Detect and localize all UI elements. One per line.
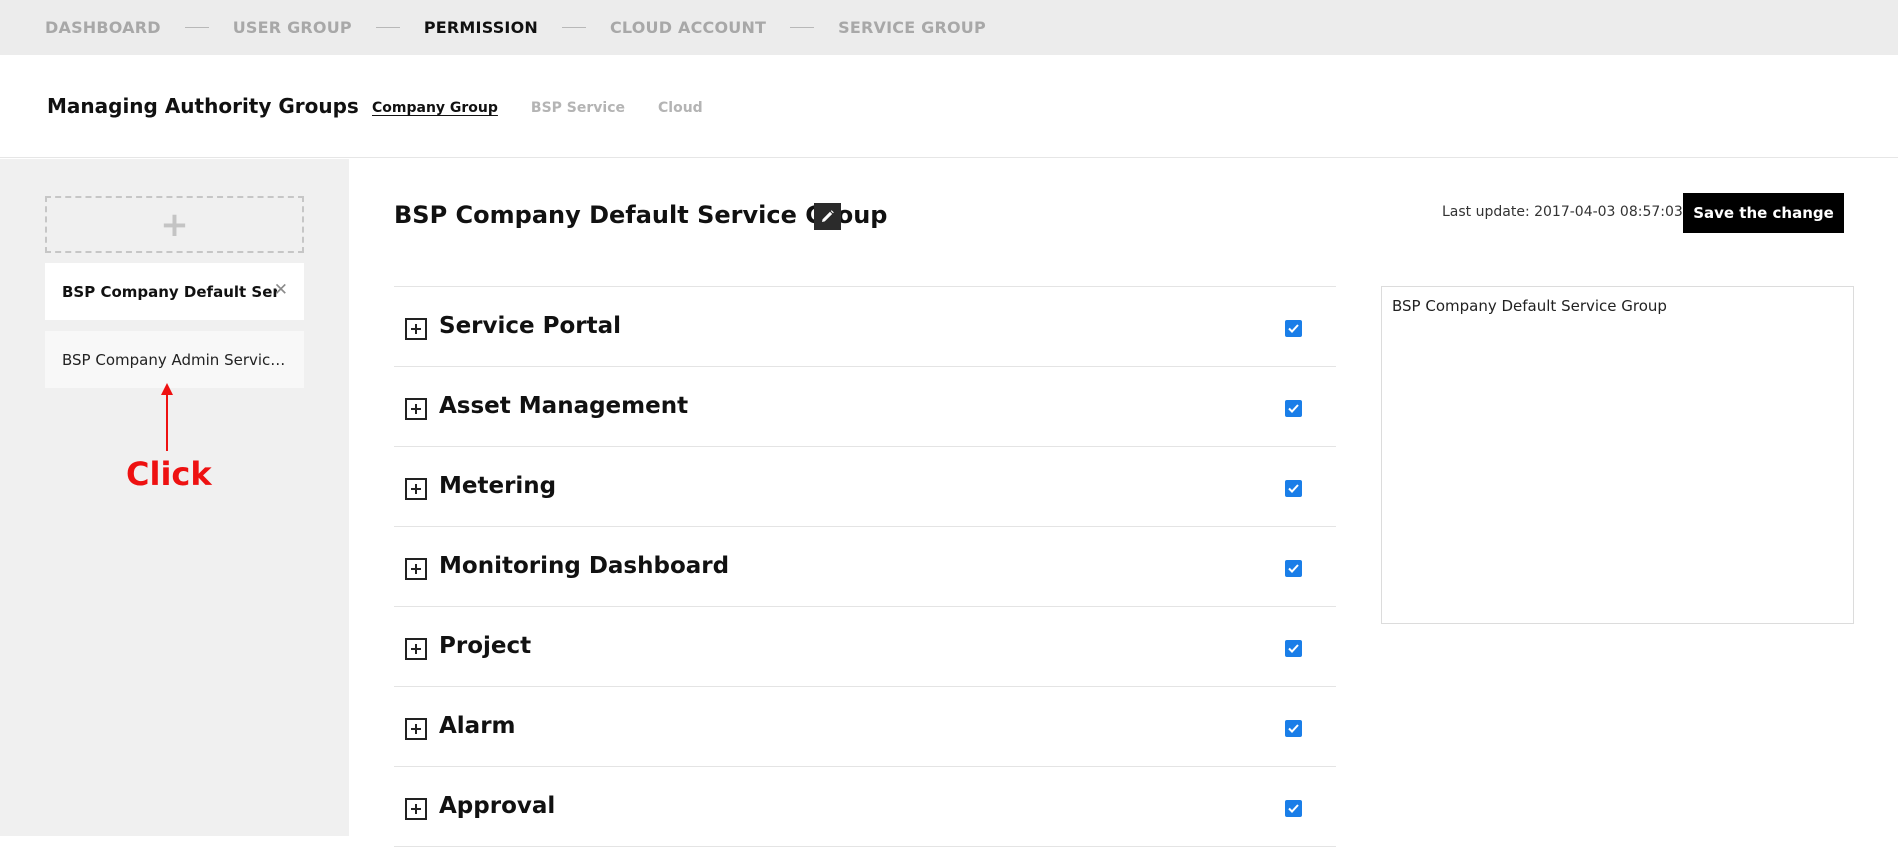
edit-title-button[interactable]	[814, 203, 841, 230]
tab-cloud[interactable]: Cloud	[658, 100, 703, 116]
expand-plus-icon[interactable]	[405, 398, 427, 420]
tab-company-group[interactable]: Company Group	[372, 100, 498, 116]
checkmark-icon	[1288, 324, 1299, 333]
permission-row: Approval	[394, 767, 1336, 847]
annotation-arrow-icon	[161, 383, 173, 451]
permission-list: Service Portal Asset Management Metering…	[394, 286, 1336, 847]
permission-label: Project	[439, 633, 532, 659]
permission-label: Asset Management	[439, 393, 689, 419]
permission-checkbox[interactable]	[1285, 400, 1302, 417]
checkmark-icon	[1288, 804, 1299, 813]
page-header: Managing Authority Groups Company Group …	[0, 55, 1898, 158]
permission-checkbox[interactable]	[1285, 720, 1302, 737]
checkmark-icon	[1288, 564, 1299, 573]
permission-row: Asset Management	[394, 367, 1336, 447]
checkmark-icon	[1288, 724, 1299, 733]
permission-label: Approval	[439, 793, 556, 819]
step-user-group[interactable]: USER GROUP	[233, 18, 352, 37]
permission-row: Monitoring Dashboard	[394, 527, 1336, 607]
permission-row: Project	[394, 607, 1336, 687]
permission-checkbox[interactable]	[1285, 480, 1302, 497]
plus-icon: +	[160, 204, 189, 245]
step-separator	[790, 27, 815, 28]
checkmark-icon	[1288, 644, 1299, 653]
expand-plus-icon[interactable]	[405, 798, 427, 820]
step-dashboard[interactable]: DASHBOARD	[45, 18, 161, 37]
permission-label: Metering	[439, 473, 557, 499]
expand-plus-icon[interactable]	[405, 558, 427, 580]
pencil-icon	[822, 210, 834, 222]
permission-checkbox[interactable]	[1285, 320, 1302, 337]
last-update-text: Last update: 2017-04-03 08:57:03	[1442, 204, 1683, 220]
group-item-label: BSP Company Admin Service Group	[62, 350, 287, 369]
permission-label: Monitoring Dashboard	[439, 553, 730, 579]
permission-row: Alarm	[394, 687, 1336, 767]
expand-plus-icon[interactable]	[405, 638, 427, 660]
close-icon[interactable]: ✕	[274, 280, 288, 300]
permission-checkbox[interactable]	[1285, 560, 1302, 577]
save-change-button[interactable]: Save the change	[1683, 193, 1844, 233]
step-service-group[interactable]: SERVICE GROUP	[838, 18, 986, 37]
step-cloud-account[interactable]: CLOUD ACCOUNT	[610, 18, 766, 37]
permission-checkbox[interactable]	[1285, 640, 1302, 657]
group-sidebar: + BSP Company Default Service Group ✕ BS…	[0, 159, 349, 836]
expand-plus-icon[interactable]	[405, 718, 427, 740]
step-separator	[184, 27, 209, 28]
step-permission[interactable]: PERMISSION	[424, 18, 538, 37]
group-description-textarea[interactable]: BSP Company Default Service Group	[1381, 286, 1854, 624]
page-title: Managing Authority Groups	[47, 94, 359, 118]
annotation-click-label: Click	[126, 455, 212, 493]
tab-bsp-service[interactable]: BSP Service	[531, 100, 625, 116]
expand-plus-icon[interactable]	[405, 478, 427, 500]
permission-checkbox[interactable]	[1285, 800, 1302, 817]
step-navigation: DASHBOARD USER GROUP PERMISSION CLOUD AC…	[0, 0, 1898, 55]
group-list-item-admin[interactable]: BSP Company Admin Service Group	[45, 331, 304, 388]
group-list-item-default[interactable]: BSP Company Default Service Group ✕	[45, 263, 304, 320]
checkmark-icon	[1288, 484, 1299, 493]
checkmark-icon	[1288, 404, 1299, 413]
permission-row: Metering	[394, 447, 1336, 527]
step-separator	[375, 27, 400, 28]
permission-label: Alarm	[439, 713, 516, 739]
add-group-button[interactable]: +	[45, 196, 304, 253]
permission-label: Service Portal	[439, 313, 622, 339]
expand-plus-icon[interactable]	[405, 318, 427, 340]
permission-row: Service Portal	[394, 287, 1336, 367]
step-separator	[561, 27, 586, 28]
group-item-label: BSP Company Default Service Group	[62, 282, 277, 301]
tab-bar: Company Group BSP Service Cloud	[372, 100, 736, 116]
